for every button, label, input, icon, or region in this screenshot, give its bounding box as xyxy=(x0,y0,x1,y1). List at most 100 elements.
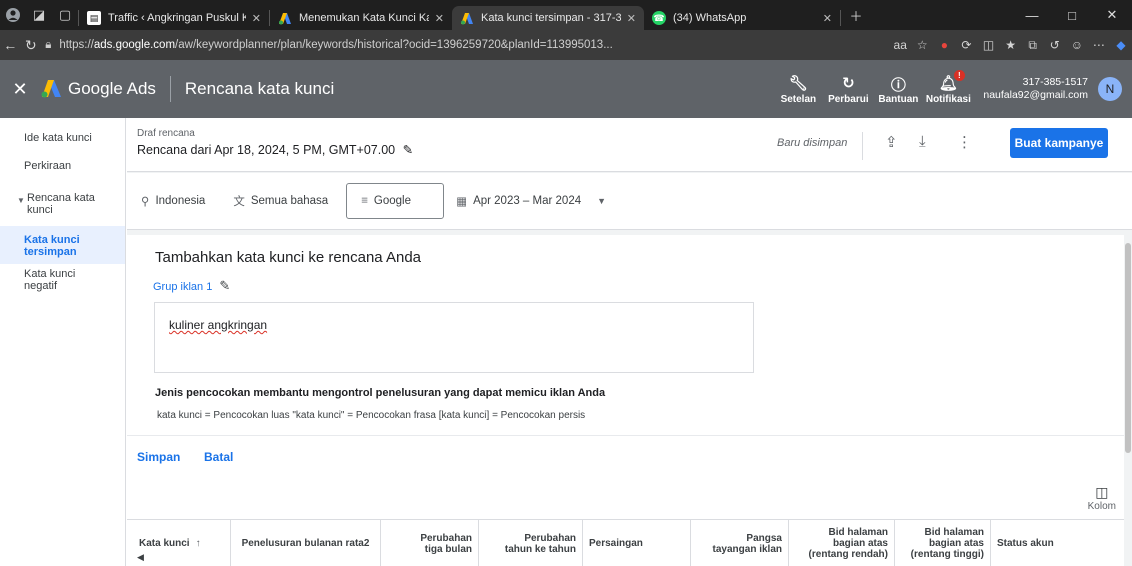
columns-icon: ◫ xyxy=(1095,484,1109,500)
column-header-competition[interactable]: Persaingan xyxy=(583,520,691,566)
browser-tab-3[interactable]: ☎ (34) WhatsApp ✕ xyxy=(644,6,840,30)
page-title: Rencana kata kunci xyxy=(184,79,335,98)
plan-name[interactable]: Rencana dari Apr 18, 2024, 5 PM, GMT+07.… xyxy=(137,142,413,157)
close-tab-icon[interactable]: ✕ xyxy=(627,12,636,25)
column-header-three-month-change[interactable]: Perubahan tiga bulan xyxy=(381,520,479,566)
profile-icon[interactable] xyxy=(0,0,26,30)
sidebar-item-saved-keywords[interactable]: Kata kunci tersimpan xyxy=(0,226,125,264)
scroll-left-icon[interactable]: ◀ xyxy=(137,552,144,563)
reload-icon[interactable]: ↻ xyxy=(21,37,42,54)
maximize-icon[interactable]: □ xyxy=(1052,0,1092,30)
save-status: Baru disimpan xyxy=(777,137,848,149)
browser-toolbar: ← ↻ 🔒︎ https://ads.google.com/aw/keyword… xyxy=(0,30,1132,60)
close-window-icon[interactable]: ✕ xyxy=(1092,0,1132,30)
column-header-top-bid-low[interactable]: Bid halaman bagian atas (rentang rendah) xyxy=(789,520,895,566)
close-tab-icon[interactable]: ✕ xyxy=(252,12,261,25)
window-controls: — □ ✕ xyxy=(1012,0,1132,30)
match-type-description: kata kunci = Pencocokan luas "kata kunci… xyxy=(157,410,586,421)
form-actions: Simpan Batal xyxy=(127,435,1124,479)
column-header-yoy-change[interactable]: Perubahan tahun ke tahun xyxy=(479,520,583,566)
help-button[interactable]: ⓘ Bantuan xyxy=(873,74,923,105)
whatsapp-icon: ☎ xyxy=(652,11,666,25)
new-tab-icon[interactable]: ＋ xyxy=(841,0,871,30)
header-actions: 🔧︎ Setelan ↻ Perbarui ⓘ Bantuan 🔔︎! Noti… xyxy=(773,60,1132,118)
account-info[interactable]: 317-385-1517 naufala92@gmail.com xyxy=(983,76,1088,102)
sidebar-item-forecast[interactable]: Perkiraan xyxy=(0,154,125,186)
columns-button[interactable]: ◫ Kolom xyxy=(1088,484,1116,512)
settings-button[interactable]: 🔧︎ Setelan xyxy=(773,74,823,105)
close-tab-icon[interactable]: ✕ xyxy=(435,12,444,25)
keyword-input[interactable]: kuliner angkringan xyxy=(154,302,754,373)
avatar[interactable]: N xyxy=(1098,77,1122,101)
table-toolbar: ◫ Kolom xyxy=(127,479,1124,519)
search-network-icon: ≡ xyxy=(361,195,368,207)
pencil-icon[interactable]: ✎ xyxy=(219,278,230,293)
refresh-button[interactable]: ↻ Perbarui xyxy=(823,74,873,105)
google-ads-header: ✕ Google Ads Rencana kata kunci 🔧︎ Setel… xyxy=(0,60,1132,118)
brand-name: Google Ads xyxy=(68,79,156,98)
copilot-sidebar-icon[interactable]: ◆ xyxy=(1110,38,1132,52)
location-filter[interactable]: ⚲ Indonesia xyxy=(127,183,219,219)
dropdown-arrow-icon: ▼ xyxy=(597,196,607,206)
sort-arrow-up-icon: ↑ xyxy=(195,538,201,549)
feedback-icon[interactable]: ☺ xyxy=(1066,38,1088,52)
main-content: Draf rencana Rencana dari Apr 18, 2024, … xyxy=(127,118,1132,566)
collections-icon[interactable]: ⧉ xyxy=(1022,38,1044,53)
browser-tab-0[interactable]: ▤ Traffic ‹ Angkringan Puskul Kulin ✕ xyxy=(79,6,269,30)
favorites-icon[interactable]: ★ xyxy=(1000,38,1022,52)
document-icon: ▤ xyxy=(87,11,101,25)
google-ads-logo-icon xyxy=(460,11,474,25)
share-icon[interactable]: ⇪ xyxy=(885,133,898,151)
browser-tab-2[interactable]: Kata kunci tersimpan - 317-385 ✕ xyxy=(452,6,644,30)
bell-icon: 🔔︎! xyxy=(939,69,965,92)
column-header-account-status[interactable]: Status akun xyxy=(991,520,1124,566)
sidebar-item-negative-keywords[interactable]: Kata kunci negatif xyxy=(0,264,125,300)
help-icon: ⓘ xyxy=(890,76,906,94)
cancel-button[interactable]: Batal xyxy=(204,450,233,464)
browser-tab-strip: ◪ ▢ ▤ Traffic ‹ Angkringan Puskul Kulin … xyxy=(0,0,1132,30)
tab-actions-icon[interactable]: ▢ xyxy=(52,0,78,30)
google-ads-logo-icon xyxy=(278,11,292,25)
create-campaign-button[interactable]: Buat kampanye xyxy=(1010,128,1108,158)
notification-badge: ! xyxy=(953,69,965,81)
google-ads-logo-icon xyxy=(41,80,61,98)
draft-plan-bar: Draf rencana Rencana dari Apr 18, 2024, … xyxy=(127,118,1132,172)
close-tab-icon[interactable]: ✕ xyxy=(823,12,832,25)
column-header-impression-share[interactable]: Pangsa tayangan iklan xyxy=(691,520,789,566)
history-icon[interactable]: ↺ xyxy=(1044,38,1066,52)
close-icon[interactable]: ✕ xyxy=(0,79,40,100)
address-bar[interactable]: 🔒︎ https://ads.google.com/aw/keywordplan… xyxy=(41,34,889,56)
keyword-table-header: Kata kunci ↑ Penelusuran bulanan rata2 P… xyxy=(127,519,1124,566)
workspaces-icon[interactable]: ◪ xyxy=(26,0,52,30)
split-screen-icon[interactable]: ◫ xyxy=(978,38,1000,52)
scrollbar-thumb[interactable] xyxy=(1125,243,1131,453)
favorite-star-icon[interactable]: ☆ xyxy=(911,38,933,52)
browser-tab-1[interactable]: Menemukan Kata Kunci Kampan ✕ xyxy=(270,6,452,30)
download-icon[interactable]: ⤓ xyxy=(919,133,926,150)
copilot-icon[interactable]: ⟳ xyxy=(955,38,977,52)
extension-icon[interactable]: ● xyxy=(933,38,955,52)
location-pin-icon: ⚲ xyxy=(141,196,150,208)
ad-group-selector[interactable]: Grup iklan 1 ✎ xyxy=(153,278,230,294)
match-type-title: Jenis pencocokan membantu mengontrol pen… xyxy=(155,387,606,399)
column-header-top-bid-high[interactable]: Bid halaman bagian atas (rentang tinggi) xyxy=(895,520,991,566)
date-range-filter[interactable]: ▦ Apr 2023 – Mar 2024 ▼ xyxy=(450,183,620,219)
notifications-button[interactable]: 🔔︎! Notifikasi xyxy=(923,69,973,105)
read-aloud-icon[interactable]: aа xyxy=(889,38,911,52)
calendar-icon: ▦ xyxy=(456,196,468,208)
save-button[interactable]: Simpan xyxy=(137,450,180,464)
column-header-avg-monthly-searches[interactable]: Penelusuran bulanan rata2 xyxy=(231,520,381,566)
sidebar: Ide kata kunci Perkiraan ▼ Rencana kata … xyxy=(0,118,126,566)
vertical-scrollbar[interactable] xyxy=(1124,235,1132,566)
refresh-icon: ↻ xyxy=(842,74,855,92)
pencil-icon[interactable]: ✎ xyxy=(403,143,413,157)
network-filter[interactable]: ≡ Google xyxy=(346,183,445,219)
minimize-icon[interactable]: — xyxy=(1012,0,1052,30)
sidebar-item-keyword-ideas[interactable]: Ide kata kunci xyxy=(0,118,125,154)
add-keywords-panel: Tambahkan kata kunci ke rencana Anda Gru… xyxy=(127,235,1124,435)
language-filter[interactable]: 文 Semua bahasa xyxy=(219,183,342,219)
more-menu-icon[interactable]: ⋯ xyxy=(1088,38,1110,52)
more-vert-icon[interactable]: ⋮ xyxy=(957,133,972,151)
sidebar-item-keyword-plan[interactable]: ▼ Rencana kata kunci xyxy=(0,186,110,226)
back-icon[interactable]: ← xyxy=(0,37,21,53)
